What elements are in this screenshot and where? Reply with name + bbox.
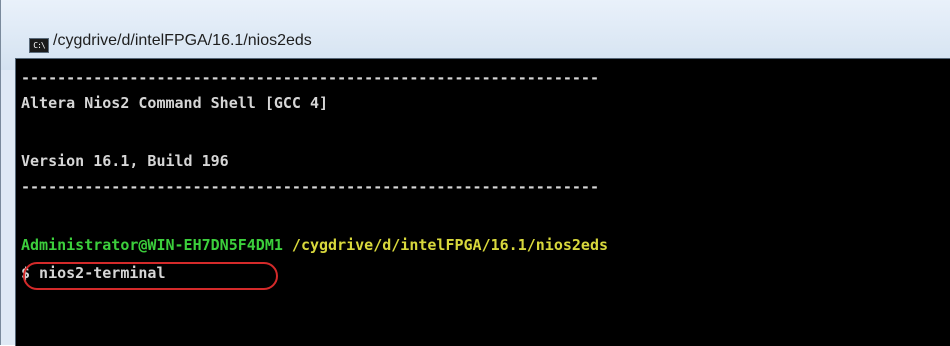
console-icon[interactable]: C:\ [29,38,49,53]
separator-line-bottom: ----------------------------------------… [21,178,599,196]
prompt-line: Administrator@WIN-EH7DN5F4DM1 /cygdrive/… [21,235,608,255]
version-line: Version 16.1, Build 196 [21,152,229,170]
prompt-path: /cygdrive/d/intelFPGA/16.1/nios2eds [282,236,609,254]
separator-line-top: ----------------------------------------… [21,69,599,87]
prompt-user-host: Administrator@WIN-EH7DN5F4DM1 [21,236,283,254]
highlight-circle [23,262,278,290]
window-title: /cygdrive/d/intelFPGA/16.1/nios2eds [53,32,312,49]
terminal-output[interactable]: ----------------------------------------… [15,58,950,346]
shell-header-line: Altera Nios2 Command Shell [GCC 4] [21,94,329,112]
console-window: C:\ /cygdrive/d/intelFPGA/16.1/nios2eds … [0,0,950,346]
